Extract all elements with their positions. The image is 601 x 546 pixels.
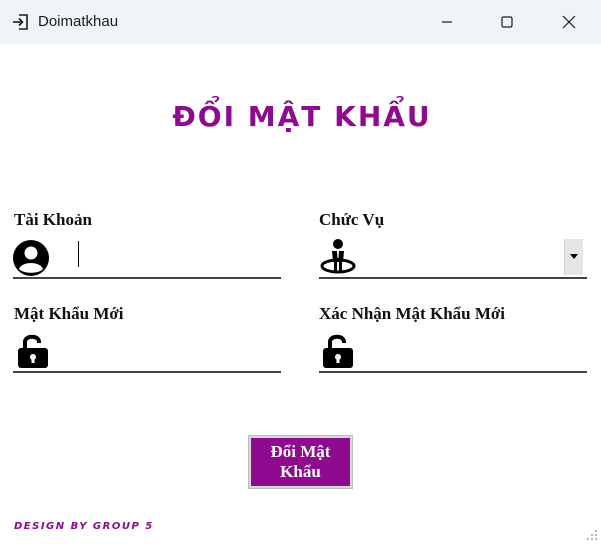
maximize-icon xyxy=(501,16,513,28)
chevron-down-icon xyxy=(570,254,578,259)
confirm-password-label: Xác Nhận Mật Khẩu Mới xyxy=(319,304,506,323)
role-underline xyxy=(319,277,587,279)
close-button[interactable] xyxy=(546,0,592,44)
confirm-password-input[interactable] xyxy=(380,336,584,366)
new-password-input[interactable] xyxy=(76,336,280,366)
account-label: Tài Khoản xyxy=(14,210,92,229)
footer-credit: DESIGN BY GROUP 5 xyxy=(14,521,154,532)
unlock-icon xyxy=(16,331,50,374)
close-icon xyxy=(562,15,576,29)
unlock-icon xyxy=(321,331,355,374)
login-icon xyxy=(12,13,30,31)
new-password-label: Mật Khẩu Mới xyxy=(14,304,124,323)
text-caret xyxy=(78,241,79,267)
minimize-icon xyxy=(442,21,452,23)
user-circle-icon xyxy=(12,239,52,282)
confirm-password-underline xyxy=(319,371,587,373)
account-underline xyxy=(13,277,281,279)
maximize-button[interactable] xyxy=(484,0,530,44)
new-password-underline xyxy=(13,371,281,373)
page-title-text: ĐỔI MẬT KHẨU xyxy=(172,100,432,133)
window-title: Doimatkhau xyxy=(38,13,119,30)
change-password-button[interactable]: Đổi Mật Khẩu xyxy=(248,435,353,489)
role-dropdown-button[interactable] xyxy=(564,239,583,275)
account-input[interactable] xyxy=(76,242,280,272)
resize-grip-icon[interactable] xyxy=(586,528,598,540)
role-label: Chức Vụ xyxy=(319,210,385,229)
minimize-button[interactable] xyxy=(424,0,470,44)
page-title: ĐỔI MẬT KHẨU xyxy=(0,100,601,133)
title-bar[interactable]: Doimatkhau xyxy=(0,0,601,44)
person-position-icon xyxy=(320,238,356,281)
